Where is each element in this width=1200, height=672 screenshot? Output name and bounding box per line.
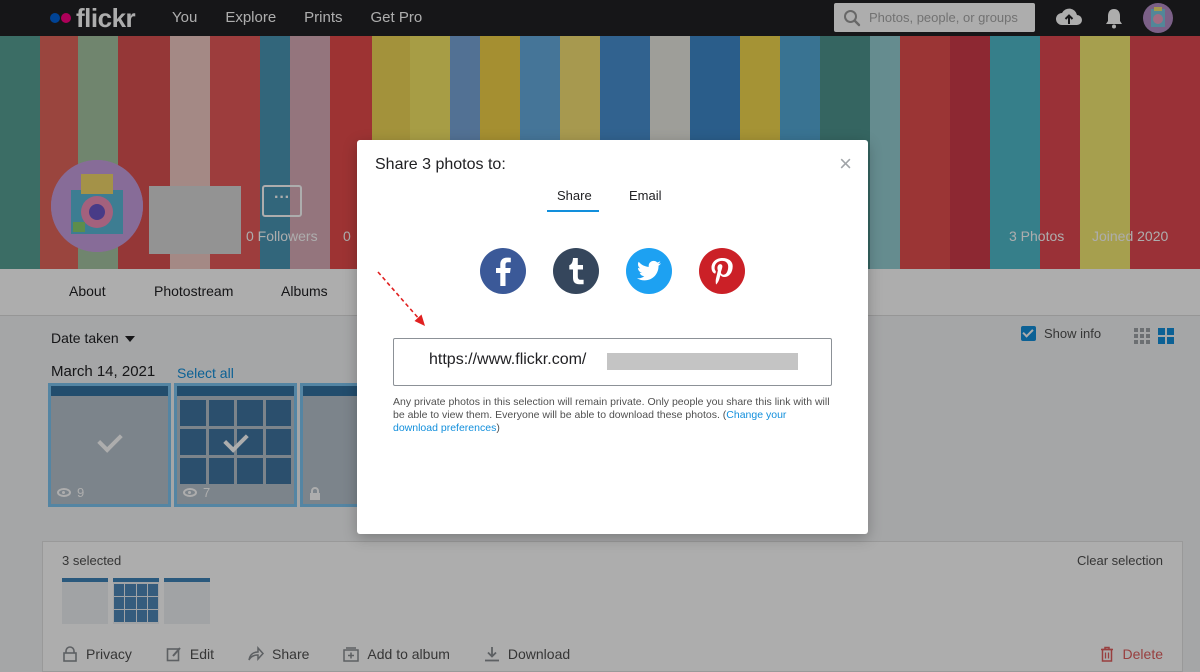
share-url-input[interactable] xyxy=(429,351,619,369)
share-twitter-button[interactable] xyxy=(626,248,672,294)
privacy-note: Any private photos in this selection wil… xyxy=(393,396,833,435)
share-tumblr-button[interactable] xyxy=(553,248,599,294)
annotation-arrow-icon xyxy=(377,271,425,326)
share-dialog-title: Share 3 photos to: xyxy=(375,156,506,173)
active-tab-indicator xyxy=(547,210,599,212)
pinterest-icon xyxy=(699,248,745,294)
share-url-field[interactable] xyxy=(393,338,832,386)
share-facebook-button[interactable] xyxy=(480,248,526,294)
tab-email[interactable]: Email xyxy=(629,188,662,203)
privacy-note-end: ) xyxy=(496,422,500,434)
twitter-icon xyxy=(626,248,672,294)
tumblr-icon xyxy=(553,248,599,294)
close-icon[interactable]: × xyxy=(839,153,852,175)
redacted-url-part xyxy=(607,353,798,370)
facebook-icon xyxy=(480,248,526,294)
tab-share[interactable]: Share xyxy=(557,188,592,203)
share-pinterest-button[interactable] xyxy=(699,248,745,294)
share-dialog: Share 3 photos to: × Share Email Any pri… xyxy=(357,140,868,534)
